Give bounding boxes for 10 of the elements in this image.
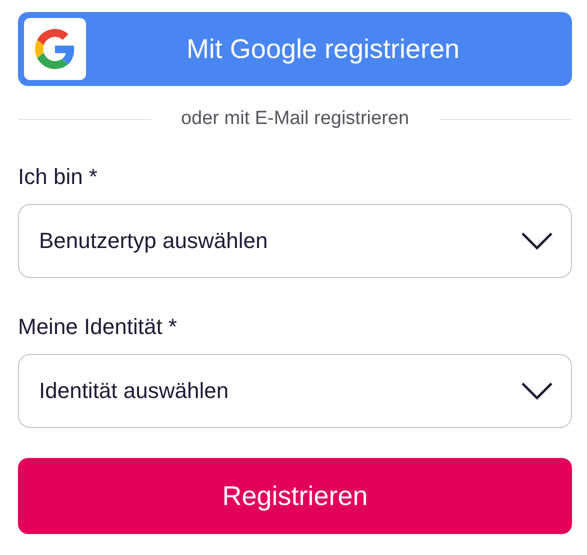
field-label: Meine Identität * [18,314,178,340]
register-button[interactable]: Registrieren [18,458,572,534]
google-logo-icon [24,18,86,80]
field-label: Ich bin * [18,164,98,190]
divider-text: oder mit E-Mail registrieren [180,108,410,130]
chevron-down-icon [521,232,553,250]
dropdown-field[interactable]: Identität auswählen [18,354,572,428]
google-signup-button[interactable]: Mit Google registrieren [18,12,572,86]
dropdown-field[interactable]: Benutzertyp auswählen [18,204,572,278]
chevron-down-icon [521,382,553,400]
